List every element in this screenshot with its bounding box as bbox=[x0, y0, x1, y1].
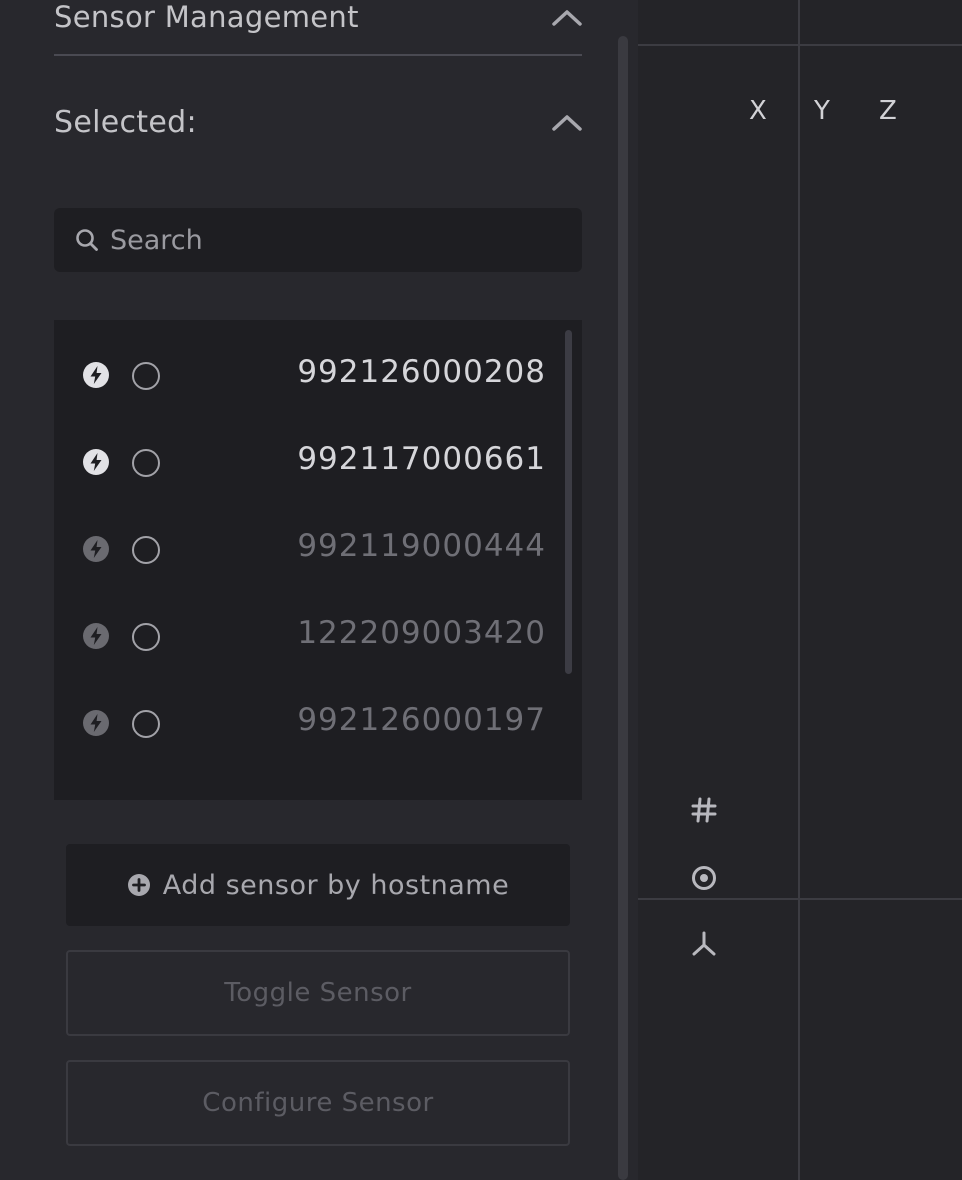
sensor-id: 992119000444 bbox=[297, 528, 546, 564]
plus-circle-icon bbox=[127, 873, 151, 897]
bolt-icon bbox=[82, 709, 110, 737]
viewport: X Y Z bbox=[638, 0, 962, 1180]
axes-icon[interactable] bbox=[688, 928, 720, 960]
bolt-icon bbox=[82, 535, 110, 563]
add-sensor-button[interactable]: Add sensor by hostname bbox=[66, 844, 570, 926]
sensor-management-header[interactable]: Sensor Management bbox=[54, 0, 582, 56]
sensor-radio[interactable] bbox=[132, 623, 160, 651]
sensor-radio[interactable] bbox=[132, 362, 160, 390]
bolt-icon bbox=[82, 361, 110, 389]
toggle-sensor-button[interactable]: Toggle Sensor bbox=[66, 950, 570, 1036]
sensor-radio[interactable] bbox=[132, 536, 160, 564]
axis-x-label: X bbox=[749, 96, 767, 126]
sensor-panel: Sensor Management Selected: 992 bbox=[0, 0, 638, 1180]
selected-title: Selected: bbox=[54, 104, 197, 140]
sensor-row[interactable]: 992117000661 bbox=[54, 419, 582, 506]
target-icon[interactable] bbox=[688, 862, 720, 894]
search-box[interactable] bbox=[54, 208, 582, 272]
search-input[interactable] bbox=[110, 224, 530, 256]
chevron-up-icon[interactable] bbox=[552, 107, 582, 137]
panel-scrollbar[interactable] bbox=[618, 36, 628, 1180]
list-scrollbar[interactable] bbox=[565, 330, 572, 674]
grid-icon[interactable] bbox=[688, 794, 720, 826]
sensor-radio[interactable] bbox=[132, 710, 160, 738]
sensor-management-title: Sensor Management bbox=[54, 0, 359, 34]
bolt-icon bbox=[82, 448, 110, 476]
sensor-id: 992117000661 bbox=[297, 441, 546, 477]
chevron-up-icon[interactable] bbox=[552, 2, 582, 32]
configure-sensor-button[interactable]: Configure Sensor bbox=[66, 1060, 570, 1146]
app-root: Sensor Management Selected: 992 bbox=[0, 0, 962, 1180]
sensor-id: 992126000197 bbox=[297, 702, 546, 738]
configure-sensor-label: Configure Sensor bbox=[202, 1088, 434, 1118]
search-icon bbox=[74, 227, 100, 253]
sensor-row[interactable]: 992126000197 bbox=[54, 680, 582, 767]
sensor-list: 992126000208 992117000661 992119000444 1… bbox=[54, 320, 582, 800]
sensor-radio[interactable] bbox=[132, 449, 160, 477]
sensor-id: 122209003420 bbox=[297, 615, 546, 651]
selected-header[interactable]: Selected: bbox=[54, 96, 582, 148]
divider bbox=[638, 898, 962, 900]
toggle-sensor-label: Toggle Sensor bbox=[224, 978, 412, 1008]
divider bbox=[638, 44, 962, 46]
bolt-icon bbox=[82, 622, 110, 650]
add-sensor-label: Add sensor by hostname bbox=[162, 869, 510, 901]
sensor-row[interactable]: 122209003420 bbox=[54, 593, 582, 680]
axis-z-label: Z bbox=[879, 96, 897, 126]
sensor-row[interactable]: 992126000208 bbox=[54, 332, 582, 419]
axis-y-label: Y bbox=[814, 96, 830, 126]
sensor-row[interactable]: 992119000444 bbox=[54, 506, 582, 593]
sensor-id: 992126000208 bbox=[297, 354, 546, 390]
divider bbox=[798, 0, 800, 1180]
